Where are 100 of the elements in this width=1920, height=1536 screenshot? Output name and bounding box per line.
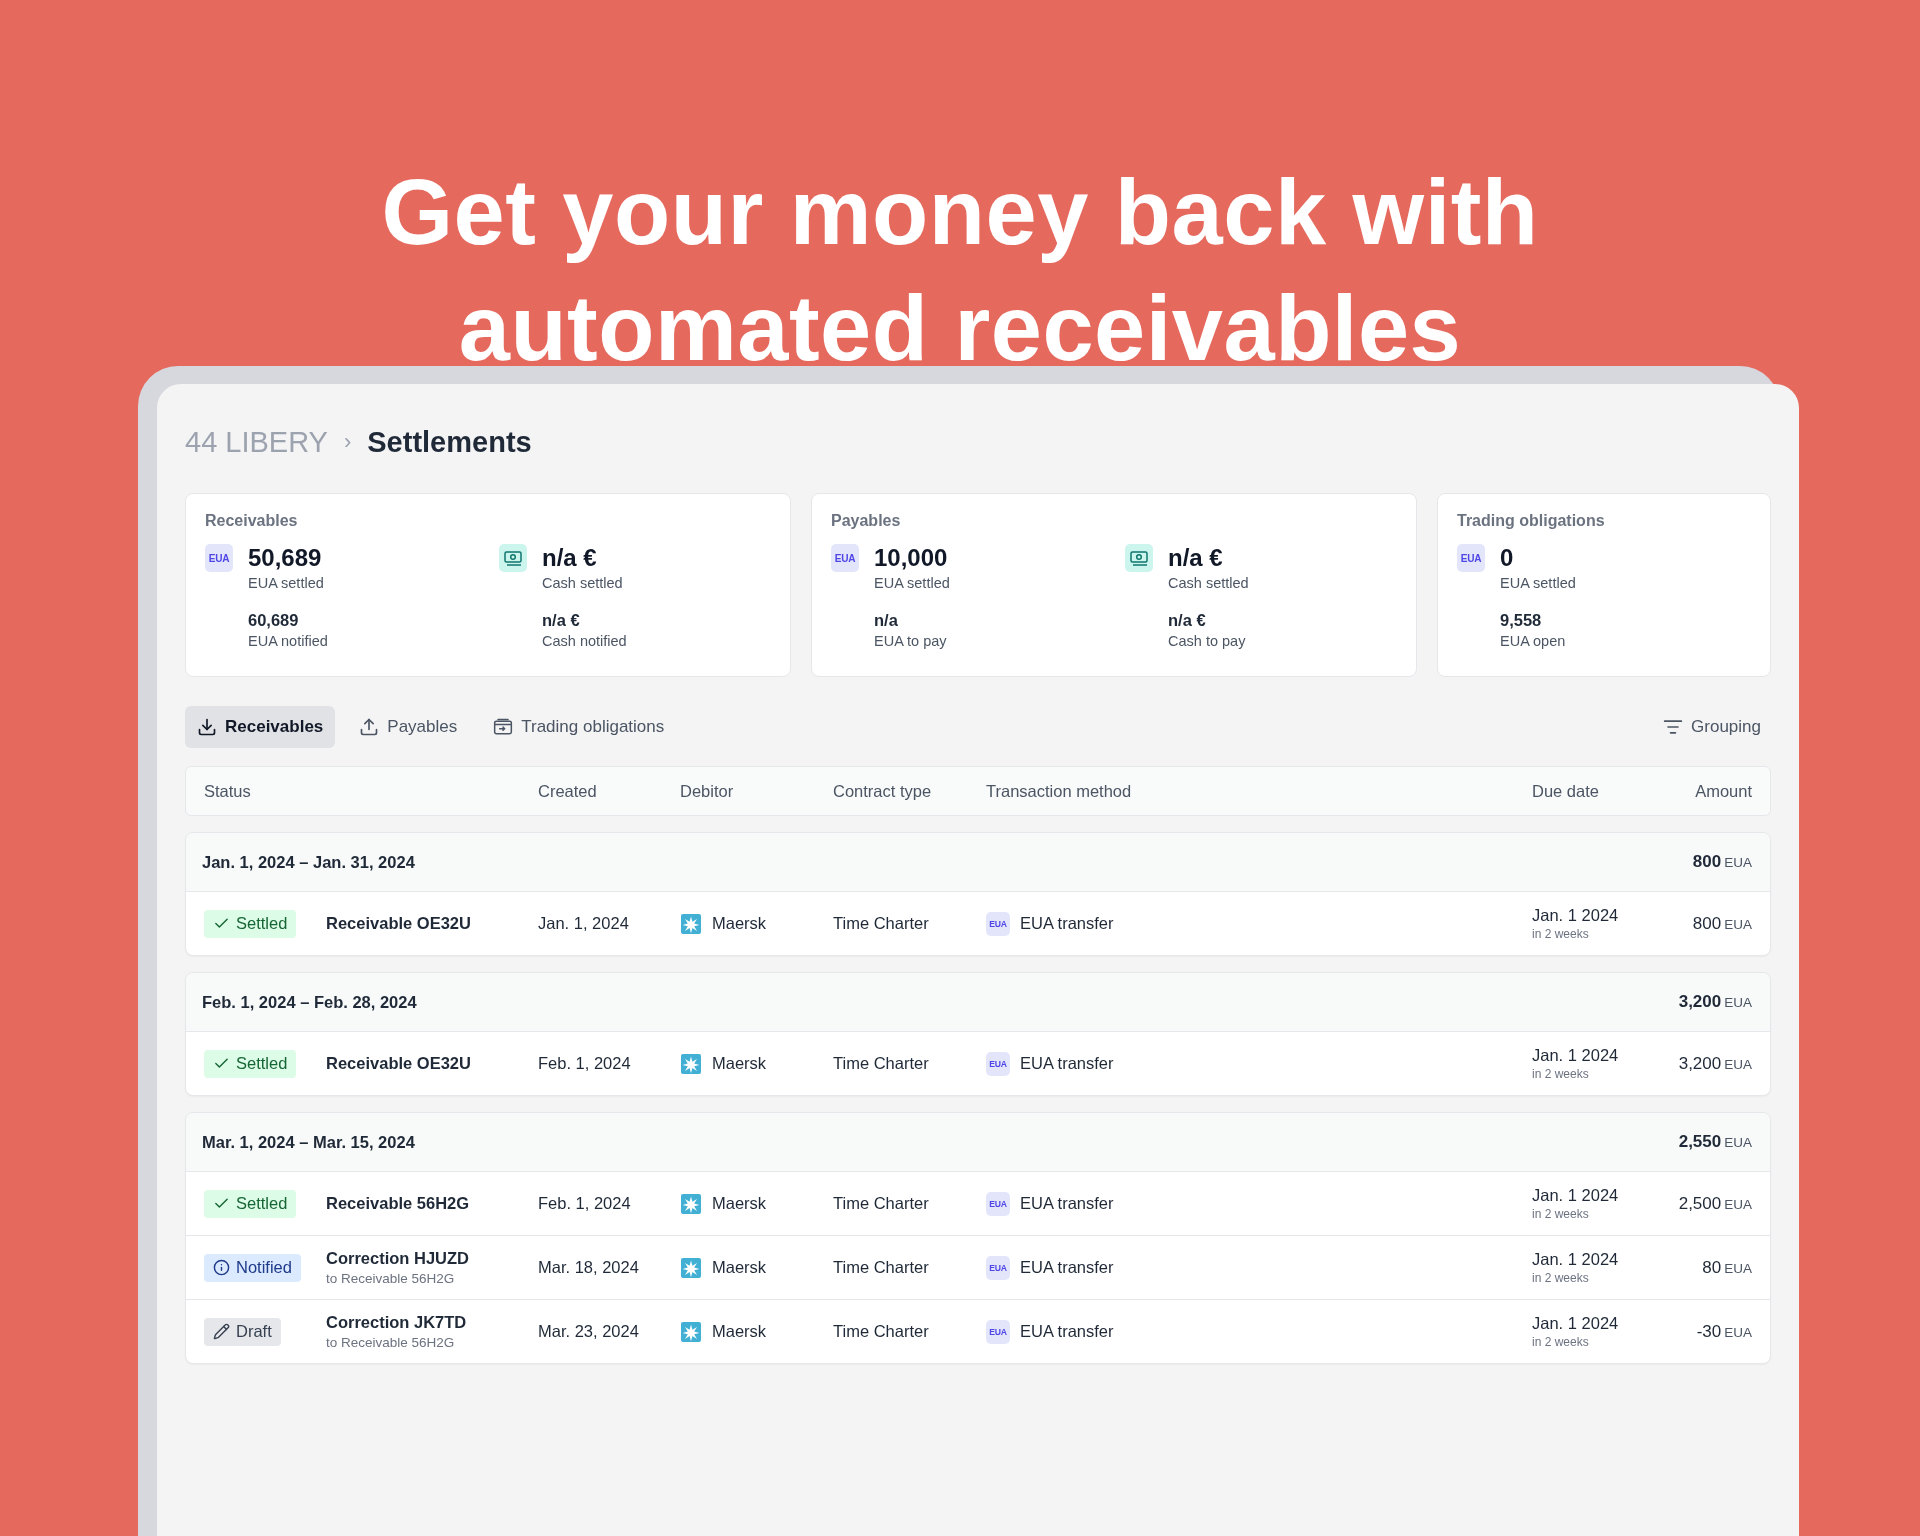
due-note: in 2 weeks (1532, 1207, 1590, 1221)
settlement-name: Receivable 56H2G (326, 1194, 471, 1213)
breadcrumb-separator: › (343, 429, 352, 455)
table-row[interactable]: Settled Receivable OE32U Jan. 1, 2024 Maersk Time Charter EUA EUA transfer Jan. 1 2024 in 2 weeks 800 EUA (186, 891, 1770, 955)
metric-value: 0 (1500, 544, 1515, 572)
unit-label: EUA (1724, 1135, 1752, 1150)
table-cell-text: Mar. 18, 2024 (538, 1258, 640, 1277)
metric-value: n/a € (1168, 544, 1224, 572)
settlement-name: Correction JK7TD (326, 1313, 468, 1332)
grouping-button[interactable]: Grouping (1653, 717, 1771, 737)
card-title: Trading obligations (1457, 512, 1606, 530)
reference-text: to Receivable 56H2G (326, 1335, 456, 1350)
group-total: 800 (1692, 852, 1722, 872)
table-cell: EUA transfer (1020, 1258, 1114, 1277)
table-cell: Maersk (712, 1054, 767, 1073)
settlement-name: Correction HJUZD (326, 1249, 470, 1268)
column-header: Created (538, 781, 598, 801)
table-cell: Maersk (712, 914, 767, 933)
tab[interactable]: Trading obligations (481, 706, 677, 748)
table-cell-text: Feb. 1, 2024 (538, 1054, 632, 1073)
metric-label: EUA settled (1500, 575, 1577, 591)
amount: 3,200 (1678, 1053, 1722, 1074)
eua-badge: EUA (986, 1051, 1010, 1076)
group-total: 3,200 (1678, 992, 1722, 1012)
metric-value: 10,000 (874, 544, 949, 572)
table-cell-text: Feb. 1, 2024 (538, 1194, 632, 1213)
due-note: in 2 weeks (1532, 927, 1590, 941)
due-date: Jan. 1 2024 (1532, 1186, 1620, 1205)
due-note: in 2 weeks (1532, 1335, 1590, 1349)
eua-badge: EUA (986, 911, 1010, 936)
table-cell-text: Mar. 23, 2024 (538, 1322, 640, 1341)
banknote-icon (1125, 544, 1153, 572)
metric-label: Cash notified (542, 633, 628, 649)
metric-value: 9,558 (1500, 611, 1543, 630)
headline: automated receivables (457, 276, 1463, 381)
tab[interactable]: Receivables (185, 706, 336, 748)
metric-label: EUA notified (248, 633, 329, 649)
metric-value: n/a € (542, 544, 598, 572)
column-header: Status (204, 781, 252, 801)
status-tag: Settled (204, 1189, 297, 1218)
column-header: Due date (1532, 781, 1600, 801)
due-note: in 2 weeks (1532, 1067, 1590, 1081)
wallet-icon (493, 717, 514, 737)
table-cell-text: Time Charter (833, 1322, 930, 1341)
table-cell: EUA transfer (1020, 1322, 1114, 1341)
table-cell-text: Time Charter (833, 1194, 930, 1213)
unit-label: EUA (1724, 1196, 1752, 1212)
eua-badge: EUA (1457, 544, 1485, 572)
eua-badge: EUA (986, 1319, 1010, 1344)
amount: 80 (1702, 1257, 1722, 1278)
filter-icon (1663, 717, 1684, 737)
due-date: Jan. 1 2024 (1532, 1046, 1620, 1065)
page-title: Settlements (367, 425, 532, 459)
table-cell: EUA transfer (1020, 1194, 1114, 1213)
table-row[interactable]: Settled Receivable 56H2G Feb. 1, 2024 Maersk Time Charter EUA EUA transfer Jan. 1 2024 in 2 weeks 2,500 EUA (186, 1171, 1770, 1235)
star-logo-icon (680, 1320, 702, 1343)
status-tag: Settled (204, 909, 297, 938)
card-title: Payables (831, 512, 902, 530)
period-label: Jan. 1, 2024 – Jan. 31, 2024 (202, 852, 415, 872)
metric-label: EUA settled (248, 575, 325, 591)
table-row[interactable]: Draft Correction JK7TD to Receivable 56H2G Mar. 23, 2024 Maersk Time Charter EUA EUA transfer Jan. 1 2024 in 2 weeks -30 EUA (186, 1299, 1770, 1363)
amount: 2,500 (1678, 1193, 1722, 1214)
status-tag: Settled (204, 1049, 297, 1078)
column-header: Amount (1694, 781, 1752, 801)
table-cell: EUA transfer (1020, 1054, 1114, 1073)
settlement-name: Receivable OE32U (326, 1054, 472, 1073)
table-row[interactable]: Notified Correction HJUZD to Receivable 56H2G Mar. 18, 2024 Maersk Time Charter EUA EUA transfer Jan. 1 2024 in 2 weeks 80 EUA (186, 1235, 1770, 1299)
headline: Get your money back with (380, 160, 1540, 265)
period-label: Mar. 1, 2024 – Mar. 15, 2024 (202, 1132, 415, 1152)
metric-value: 60,689 (248, 611, 300, 630)
status-tag: Notified (204, 1253, 301, 1282)
amount: 800 (1692, 913, 1722, 934)
table-cell: Maersk (712, 1322, 767, 1341)
column-header: Transaction method (986, 781, 1133, 801)
unit-label: EUA (1724, 916, 1752, 932)
eua-badge: EUA (986, 1255, 1010, 1280)
table-cell: Maersk (712, 1258, 767, 1277)
eua-badge: EUA (986, 1191, 1010, 1216)
metric-value: n/a € (542, 611, 581, 630)
metric-label: Cash to pay (1168, 633, 1247, 649)
tab[interactable]: Payables (347, 706, 470, 748)
eua-badge: EUA (831, 544, 859, 572)
metric-label: EUA to pay (874, 633, 948, 649)
unit-label: EUA (1724, 995, 1752, 1010)
status-tag: Draft (204, 1317, 281, 1346)
star-logo-icon (680, 1192, 702, 1215)
metric-label: EUA open (1500, 633, 1567, 649)
table-cell-text: Time Charter (833, 1054, 930, 1073)
group-total: 2,550 (1678, 1132, 1722, 1152)
metric-value: n/a € (1168, 611, 1207, 630)
download-icon (197, 717, 217, 737)
info-icon (213, 1259, 230, 1276)
pencil-icon (213, 1323, 230, 1340)
banknote-icon (499, 544, 527, 572)
eua-badge: EUA (205, 544, 233, 572)
column-header: Contract type (833, 781, 933, 801)
amount: -30 (1696, 1321, 1722, 1342)
table-cell-text: Time Charter (833, 1258, 930, 1277)
reference-text: to Receivable 56H2G (326, 1271, 456, 1286)
table-row[interactable]: Settled Receivable OE32U Feb. 1, 2024 Maersk Time Charter EUA EUA transfer Jan. 1 2024 in 2 weeks 3,200 EUA (186, 1031, 1770, 1095)
